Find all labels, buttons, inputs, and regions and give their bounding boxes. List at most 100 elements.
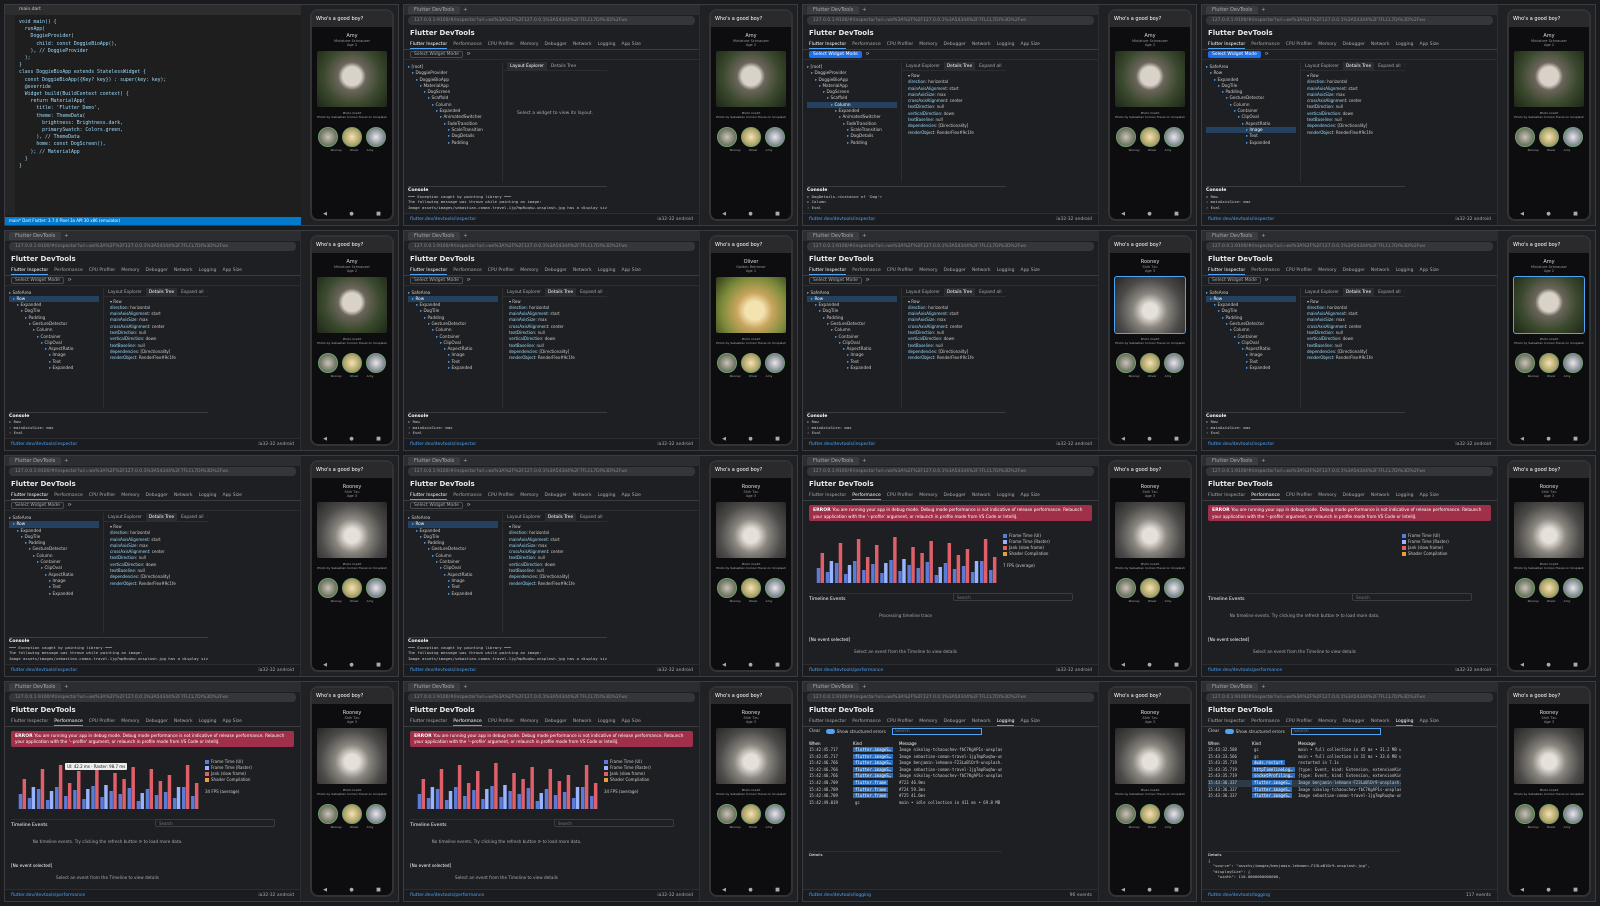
tab-layout-explorer[interactable]: Layout Explorer [906, 288, 940, 296]
dog-thumbnail[interactable] [1140, 352, 1160, 373]
tab-performance[interactable]: Performance [54, 717, 83, 726]
dog-thumbnail[interactable] [1563, 127, 1583, 147]
frame-raster-bar[interactable] [584, 764, 589, 809]
tab-performance[interactable]: Performance [852, 266, 881, 275]
tab-debugger[interactable]: Debugger [1343, 40, 1365, 49]
widget-tree-node[interactable]: Expanded [807, 365, 897, 371]
frame-ui-bar[interactable] [916, 568, 920, 583]
select-widget-mode-button[interactable]: Select Widget Mode [809, 51, 862, 58]
log-row[interactable]: 15:43:36.337 flutter.imageS… Image benjami… [1208, 780, 1401, 787]
frame-ui-bar[interactable] [417, 793, 422, 809]
frame-ui-bar[interactable] [36, 788, 41, 809]
tab-network[interactable]: Network [174, 491, 193, 500]
expand-all-button[interactable]: Expand all [1378, 62, 1400, 70]
log-row[interactable]: 15:42:46.766 flutter.imageS… Image sebasti… [809, 766, 1002, 774]
property-row[interactable]: renderObject: RenderFlex#9c1fe [110, 355, 202, 361]
tab-app-size[interactable]: App Size [1419, 491, 1438, 500]
home-icon[interactable]: ● [748, 887, 752, 893]
frame-raster-bar[interactable] [856, 539, 861, 583]
tab-logging[interactable]: Logging [199, 491, 217, 500]
recents-icon[interactable]: ■ [775, 436, 780, 442]
frame-ui-bar[interactable] [100, 796, 104, 809]
home-icon[interactable]: ● [1147, 211, 1151, 217]
dog-thumbnail[interactable] [1164, 578, 1184, 598]
recents-icon[interactable]: ■ [1573, 887, 1578, 893]
dog-thumbnail[interactable] [342, 578, 362, 598]
new-tab-icon[interactable]: + [1261, 7, 1265, 13]
tab-network[interactable]: Network [972, 491, 991, 500]
tab-logging[interactable]: Logging [199, 266, 217, 275]
dog-thumbnail[interactable] [1116, 127, 1136, 147]
home-icon[interactable]: ● [1147, 662, 1151, 668]
widget-tree-node[interactable]: Padding [408, 140, 498, 146]
tab-memory[interactable]: Memory [1318, 491, 1336, 500]
frame-raster-bar[interactable] [902, 559, 906, 583]
frame-raster-bar[interactable] [938, 567, 942, 583]
frame-ui-bar[interactable] [191, 795, 195, 809]
frame-ui-bar[interactable] [444, 799, 449, 809]
toggle-switch[interactable] [826, 728, 836, 734]
tab-cpu-profiler[interactable]: CPU Profiler [488, 40, 514, 49]
home-icon[interactable]: ● [748, 436, 752, 442]
tab-flutter-inspector[interactable]: Flutter Inspector [809, 40, 847, 49]
expand-all-button[interactable]: Expand all [979, 62, 1001, 70]
tab-logging[interactable]: Logging [598, 491, 616, 500]
back-icon[interactable]: ◀ [1520, 211, 1524, 217]
dog-thumbnail[interactable] [741, 803, 761, 824]
frame-ui-bar[interactable] [544, 788, 549, 809]
back-icon[interactable]: ◀ [1121, 436, 1125, 442]
dog-thumbnail[interactable] [318, 803, 338, 824]
property-row[interactable]: renderObject: RenderFlex#9c1fe [509, 581, 601, 587]
browser-tab[interactable]: Flutter DevTools [1206, 231, 1259, 240]
back-icon[interactable]: ◀ [722, 436, 726, 442]
tab-app-size[interactable]: App Size [1020, 266, 1039, 275]
back-icon[interactable]: ◀ [1520, 662, 1524, 668]
tab-network[interactable]: Network [1371, 40, 1390, 49]
address-bar[interactable]: 127.0.0.1:9100/#/inspector?uri=ws%3A%2F%… [9, 692, 296, 702]
home-icon[interactable]: ● [349, 436, 353, 442]
tab-performance[interactable]: Performance [453, 717, 482, 726]
address-bar[interactable]: 127.0.0.1:9100/#/inspector?uri=ws%3A%2F%… [408, 467, 695, 476]
refresh-tree-icon[interactable]: ⟳ [866, 52, 870, 57]
tab-cpu-profiler[interactable]: CPU Profiler [89, 266, 115, 275]
tab-cpu-profiler[interactable]: CPU Profiler [887, 40, 913, 49]
recents-icon[interactable]: ■ [775, 211, 780, 217]
address-bar[interactable]: 127.0.0.1:9100/#/inspector?uri=ws%3A%2F%… [1206, 16, 1493, 25]
tab-debugger[interactable]: Debugger [944, 266, 966, 275]
new-tab-icon[interactable]: + [862, 7, 866, 13]
frame-ui-bar[interactable] [64, 795, 68, 809]
tab-flutter-inspector[interactable]: Flutter Inspector [809, 717, 846, 726]
tab-app-size[interactable]: App Size [1020, 40, 1039, 49]
address-bar[interactable]: 127.0.0.1:9100/#/inspector?uri=ws%3A%2F%… [408, 241, 695, 251]
frame-raster-bar[interactable] [884, 563, 888, 583]
frame-ui-bar[interactable] [961, 566, 966, 583]
frame-ui-bar[interactable] [172, 797, 177, 809]
tab-performance[interactable]: Performance [54, 491, 83, 500]
tab-logging[interactable]: Logging [1395, 717, 1414, 726]
tab-flutter-inspector[interactable]: Flutter Inspector [410, 491, 448, 500]
tab-logging[interactable]: Logging [598, 717, 616, 726]
address-bar[interactable]: 127.0.0.1:9100/#/inspector?uri=ws%3A%2F%… [408, 692, 695, 702]
tab-details-tree[interactable]: Details Tree [943, 62, 976, 70]
tab-flutter-inspector[interactable]: Flutter Inspector [1208, 40, 1246, 49]
expand-all-button[interactable]: Expand all [181, 513, 203, 521]
new-tab-icon[interactable]: + [862, 233, 866, 239]
recents-icon[interactable]: ■ [775, 662, 780, 668]
tab-memory[interactable]: Memory [520, 40, 538, 49]
frame-ui-bar[interactable] [118, 793, 122, 809]
structured-errors-toggle[interactable]: Show structured errors [826, 728, 886, 735]
tab-flutter-inspector[interactable]: Flutter Inspector [1208, 266, 1246, 275]
frame-raster-bar[interactable] [929, 541, 933, 583]
browser-tab[interactable]: Flutter DevTools [1206, 6, 1259, 14]
tab-logging[interactable]: Logging [997, 266, 1015, 275]
tab-cpu-profiler[interactable]: CPU Profiler [1286, 266, 1312, 275]
browser-tab[interactable]: Flutter DevTools [408, 682, 461, 691]
frame-raster-bar[interactable] [566, 774, 571, 809]
back-icon[interactable]: ◀ [1520, 887, 1524, 893]
frame-raster-bar[interactable] [104, 784, 108, 809]
frame-raster-bar[interactable] [131, 766, 135, 809]
frame-ui-bar[interactable] [508, 790, 512, 809]
tab-layout-explorer[interactable]: Layout Explorer [507, 513, 541, 521]
recents-icon[interactable]: ■ [1573, 662, 1578, 668]
frame-raster-bar[interactable] [113, 772, 117, 809]
